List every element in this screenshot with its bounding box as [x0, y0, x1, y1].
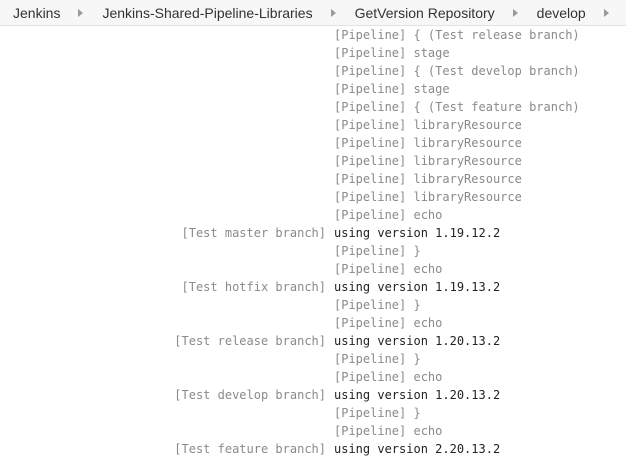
- console-line-text: [Pipeline] { (Test feature branch): [334, 100, 580, 114]
- chevron-right-icon[interactable]: [603, 8, 609, 17]
- console-line-text: using version 1.19.12.2: [334, 226, 501, 240]
- console-line: [Pipeline] echo: [0, 314, 626, 332]
- console-line: [Pipeline] echo: [0, 368, 626, 386]
- console-output: [Pipeline] { (Test release branch) [Pipel…: [0, 26, 626, 460]
- console-line-text: [Pipeline] echo: [334, 262, 443, 276]
- console-line: [Pipeline] stage: [0, 44, 626, 62]
- console-line-text: [Pipeline] echo: [334, 208, 443, 222]
- console-line-prefix: [Test develop branch]: [174, 388, 326, 402]
- console-line: [Pipeline] libraryResource: [0, 170, 626, 188]
- console-line-text: [Pipeline] }: [334, 298, 421, 312]
- chevron-right-icon[interactable]: [78, 8, 84, 17]
- console-line: [Pipeline] echo: [0, 206, 626, 224]
- console-line-text: [Pipeline] }: [334, 244, 421, 258]
- console-line-prefix: [Test release branch]: [174, 334, 326, 348]
- console-line: [Pipeline] }: [0, 404, 626, 422]
- console-line-text: [Pipeline] stage: [334, 46, 450, 60]
- console-line-text: using version 1.20.13.2: [334, 334, 501, 348]
- console-line-text: [Pipeline] }: [334, 406, 421, 420]
- console-line-text: [Pipeline] { (Test release branch): [334, 28, 580, 42]
- breadcrumb-shared-pipeline-libraries[interactable]: Jenkins-Shared-Pipeline-Libraries: [102, 5, 312, 21]
- breadcrumb-develop[interactable]: develop: [537, 5, 586, 21]
- console-line-text: [Pipeline] { (Test develop branch): [334, 64, 580, 78]
- console-line: [Pipeline] stage: [0, 80, 626, 98]
- console-line-text: [Pipeline] }: [334, 352, 421, 366]
- console-line: [Test feature branch] using version 2.20.…: [0, 440, 626, 458]
- console-line-text: [Pipeline] libraryResource: [334, 154, 522, 168]
- console-line: [Pipeline] { (Test feature branch): [0, 98, 626, 116]
- console-line: [Pipeline] libraryResource: [0, 134, 626, 152]
- console-line: [Pipeline] }: [0, 242, 626, 260]
- breadcrumb-getversion-repository[interactable]: GetVersion Repository: [355, 5, 495, 21]
- console-line-text: [Pipeline] libraryResource: [334, 136, 522, 150]
- chevron-right-icon[interactable]: [512, 8, 518, 17]
- console-line-prefix: [Test feature branch]: [174, 442, 326, 456]
- console-line: [Pipeline] libraryResource: [0, 188, 626, 206]
- breadcrumb-jenkins[interactable]: Jenkins: [13, 5, 60, 21]
- console-line-text: [Pipeline] echo: [334, 316, 443, 330]
- console-line: [Pipeline] { (Test release branch): [0, 26, 626, 44]
- console-line: [Pipeline] libraryResource: [0, 152, 626, 170]
- console-line: [Pipeline] echo: [0, 422, 626, 440]
- console-line-text: [Pipeline] libraryResource: [334, 172, 522, 186]
- console-line-text: [Pipeline] libraryResource: [334, 190, 522, 204]
- console-line: [Pipeline] libraryResource: [0, 116, 626, 134]
- console-line-text: using version 1.19.13.2: [334, 280, 501, 294]
- console-line: [Test hotfix branch] using version 1.19.1…: [0, 278, 626, 296]
- breadcrumb: Jenkins Jenkins-Shared-Pipeline-Librarie…: [0, 0, 626, 26]
- console-line: [Pipeline] }: [0, 296, 626, 314]
- console-line: [Test release branch] using version 1.20.…: [0, 332, 626, 350]
- console-line-prefix: [Test master branch]: [181, 226, 327, 240]
- console-line-text: [Pipeline] stage: [334, 82, 450, 96]
- console-line: [Pipeline] { (Test develop branch): [0, 62, 626, 80]
- console-line: [Pipeline] }: [0, 350, 626, 368]
- console-line-text: [Pipeline] libraryResource: [334, 118, 522, 132]
- console-line-text: using version 2.20.13.2: [334, 442, 501, 456]
- console-line: [Test develop branch] using version 1.20.…: [0, 386, 626, 404]
- console-line: [Pipeline] echo: [0, 260, 626, 278]
- console-line-prefix: [Test hotfix branch]: [181, 280, 327, 294]
- console-line-text: using version 1.20.13.2: [334, 388, 501, 402]
- console-line: [Test master branch] using version 1.19.1…: [0, 224, 626, 242]
- chevron-right-icon[interactable]: [330, 8, 336, 17]
- console-line-text: [Pipeline] echo: [334, 424, 443, 438]
- console-line-text: [Pipeline] echo: [334, 370, 443, 384]
